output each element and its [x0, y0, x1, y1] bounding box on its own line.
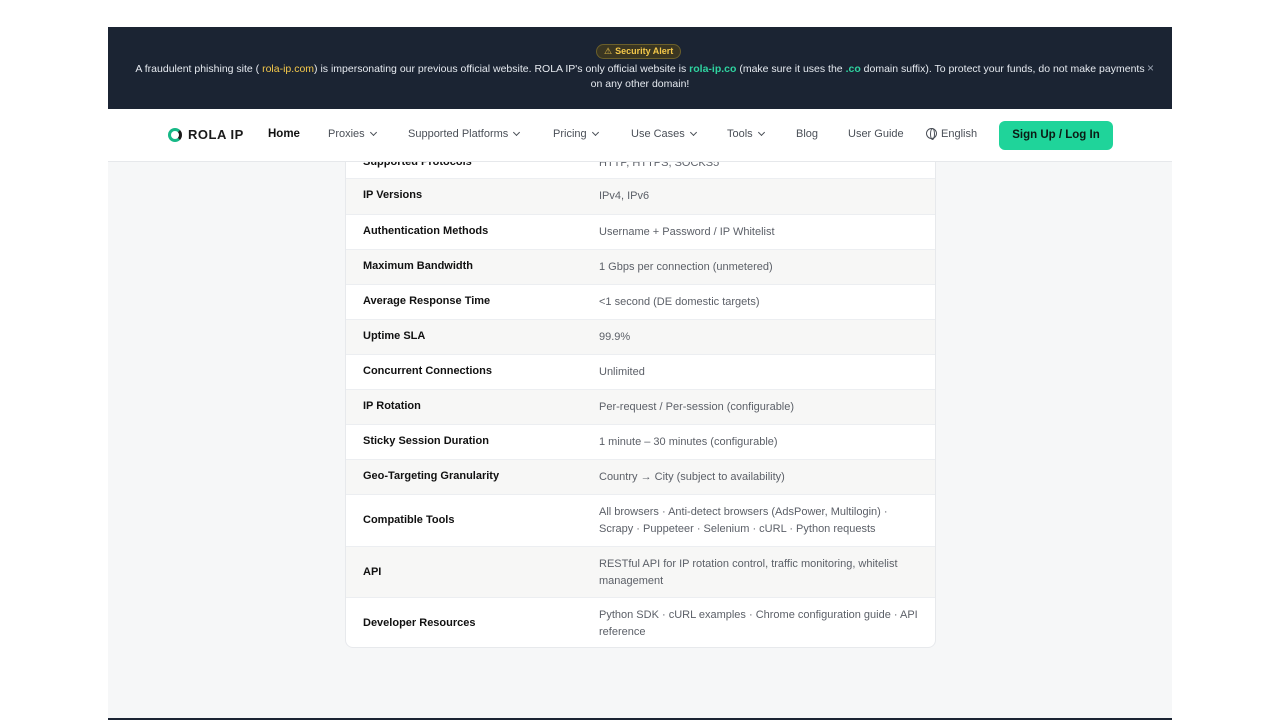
- row-value: Per-request / Per-session (configurable): [599, 401, 795, 413]
- row-value: All browsers · Anti-detect browsers (Ads…: [599, 506, 888, 535]
- top-navigation: ROLA IP Home Proxies Supported Platforms…: [108, 109, 1172, 162]
- row-value: Unlimited: [599, 366, 645, 378]
- nav-pricing-label: Pricing: [553, 128, 587, 140]
- signup-login-button[interactable]: Sign Up / Log In: [999, 121, 1113, 150]
- alert-text-2: ) is impersonating our previous official…: [314, 63, 690, 75]
- row-key: IP Versions: [363, 189, 423, 201]
- nav-proxies[interactable]: Proxies: [328, 128, 377, 140]
- table-row: Geo-Targeting Granularity Country → City…: [346, 459, 935, 494]
- warning-icon: ⚠: [604, 46, 613, 56]
- row-key: IP Rotation: [363, 400, 421, 412]
- phishing-domain: rola-ip.com: [262, 63, 315, 75]
- table-row: Maximum Bandwidth 1 Gbps per connection …: [346, 249, 935, 284]
- globe-icon: [926, 128, 937, 140]
- security-alert-badge: ⚠ Security Alert: [596, 44, 682, 59]
- nav-use-cases[interactable]: Use Cases: [631, 128, 697, 140]
- alert-text-1: A fraudulent phishing site (: [135, 63, 263, 75]
- table-row: Compatible Tools All browsers · Anti-det…: [346, 494, 935, 546]
- chevron-down-icon: [513, 128, 521, 137]
- row-key: Maximum Bandwidth: [363, 260, 474, 272]
- row-value: Country → City (subject to availability): [599, 471, 785, 483]
- table-row: Average Response Time <1 second (DE dome…: [346, 284, 935, 319]
- logo-icon: [168, 127, 182, 142]
- row-value: 1 minute – 30 minutes (configurable): [599, 436, 778, 448]
- language-label: English: [941, 128, 978, 140]
- row-value: RESTful API for IP rotation control, tra…: [599, 558, 898, 587]
- nav-tools[interactable]: Tools: [727, 128, 765, 140]
- alert-text-3: (make sure it uses the: [736, 63, 846, 75]
- row-key: Compatible Tools: [363, 514, 455, 526]
- security-alert-message: A fraudulent phishing site ( rola-ip.com…: [130, 62, 1150, 92]
- nav-proxies-label: Proxies: [328, 128, 365, 140]
- logo[interactable]: ROLA IP: [168, 127, 244, 142]
- table-row: Sticky Session Duration 1 minute – 30 mi…: [346, 424, 935, 459]
- language-selector[interactable]: English: [926, 128, 977, 140]
- chevron-down-icon: [757, 128, 765, 137]
- nav-supported-platforms[interactable]: Supported Platforms: [408, 128, 521, 140]
- chevron-down-icon: [369, 128, 377, 137]
- row-key: Uptime SLA: [363, 330, 426, 342]
- chevron-down-icon: [689, 128, 697, 137]
- table-row: API RESTful API for IP rotation control,…: [346, 546, 935, 597]
- row-value: IPv4, IPv6: [599, 190, 650, 202]
- nav-pricing[interactable]: Pricing: [553, 128, 599, 140]
- domain-suffix: .co: [845, 63, 861, 75]
- nav-blog[interactable]: Blog: [796, 128, 818, 140]
- row-key: Concurrent Connections: [363, 365, 492, 377]
- table-row: IP Versions IPv4, IPv6: [346, 178, 935, 214]
- nav-supported-platforms-label: Supported Platforms: [408, 128, 509, 140]
- official-domain: rola-ip.co: [689, 63, 737, 75]
- row-value: <1 second (DE domestic targets): [599, 296, 760, 308]
- security-alert-label: Security Alert: [615, 46, 674, 56]
- close-icon[interactable]: ×: [1147, 61, 1154, 75]
- row-value: 1 Gbps per connection (unmetered): [599, 261, 773, 273]
- row-value: Python SDK · cURL examples · Chrome conf…: [599, 609, 918, 638]
- page-top-strip: [108, 0, 1172, 27]
- row-key: Geo-Targeting Granularity: [363, 470, 500, 482]
- nav-user-guide[interactable]: User Guide: [848, 128, 904, 140]
- row-key: Sticky Session Duration: [363, 435, 489, 447]
- nav-use-cases-label: Use Cases: [631, 128, 685, 140]
- table-row: Authentication Methods Username + Passwo…: [346, 214, 935, 249]
- row-key: Developer Resources: [363, 617, 476, 629]
- nav-home[interactable]: Home: [268, 128, 300, 140]
- row-key: Average Response Time: [363, 295, 491, 307]
- specs-table: Supported Protocols HTTP, HTTPS, SOCKS5 …: [345, 142, 936, 648]
- table-row: Uptime SLA 99.9%: [346, 319, 935, 354]
- row-key: Authentication Methods: [363, 225, 489, 237]
- logo-text: ROLA IP: [188, 127, 244, 142]
- row-value: 99.9%: [599, 331, 631, 343]
- table-row: IP Rotation Per-request / Per-session (c…: [346, 389, 935, 424]
- chevron-down-icon: [591, 128, 599, 137]
- table-row: Concurrent Connections Unlimited: [346, 354, 935, 389]
- nav-tools-label: Tools: [727, 128, 753, 140]
- row-key: API: [363, 566, 382, 578]
- table-row: Developer Resources Python SDK · cURL ex…: [346, 597, 935, 647]
- row-value: Username + Password / IP Whitelist: [599, 226, 775, 238]
